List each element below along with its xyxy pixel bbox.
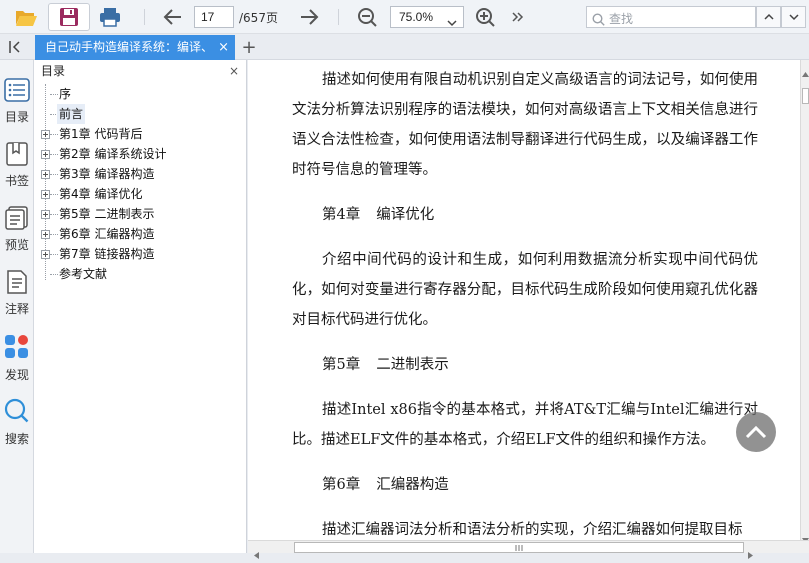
rail-label: 注释 [4, 302, 29, 316]
chevron-down-icon [447, 13, 457, 33]
body-paragraph: 描述如何使用有限自动机识别自定义高级语言的词法记号，如何使用文法分析算法识别程序… [292, 72, 758, 178]
expand-icon[interactable] [41, 170, 50, 179]
zoom-level-select[interactable]: 75.0% [390, 6, 464, 28]
arrow-right-icon[interactable] [296, 5, 322, 29]
body-paragraph: 介绍中间代码的设计和生成，如何利用数据流分析实现中间代码优化，如何对变量进行寄存… [292, 252, 758, 328]
expand-icon[interactable] [41, 150, 50, 159]
search-next-button[interactable] [781, 6, 806, 28]
rail-item-preview[interactable]: 预览 [0, 206, 34, 266]
search-input[interactable]: 查找 [586, 6, 756, 28]
document-view[interactable]: 描述如何使用有限自动机识别自定义高级语言的词法记号，如何使用文法分析算法识别程序… [248, 60, 800, 540]
folder-open-icon[interactable] [12, 5, 40, 29]
close-icon[interactable]: × [229, 60, 239, 82]
scroll-left-icon[interactable] [254, 544, 259, 563]
horizontal-scrollbar[interactable] [248, 540, 809, 559]
chapter-heading: 第5章 二进制表示 [322, 357, 449, 373]
total-pages-label: /657页 [239, 11, 278, 25]
page-number-input[interactable]: 17 [194, 6, 234, 28]
search-icon [592, 11, 605, 30]
vertical-scrollbar[interactable] [800, 60, 809, 543]
search-placeholder: 查找 [609, 12, 634, 26]
scroll-thumb[interactable] [802, 88, 809, 104]
outline-panel: 目录 × 序 前言 第1章 代码背后 第2章 编译系统设计 第3章 编译器构造 … [34, 60, 247, 553]
tab-document-title: 自己动手构造编译系统：编译、 [45, 40, 214, 54]
chevron-up-icon [763, 13, 774, 20]
print-icon[interactable] [97, 5, 123, 29]
expand-icon[interactable] [41, 130, 50, 139]
preview-icon [5, 206, 29, 234]
back-to-top-button[interactable] [736, 412, 776, 452]
close-icon[interactable]: × [218, 35, 229, 60]
expand-icon[interactable] [41, 190, 50, 199]
outline-title: 目录 [41, 64, 66, 78]
scroll-thumb[interactable] [294, 542, 744, 553]
body-paragraph: 描述汇编器词法分析和语法分析的实现，介绍汇编器如何提取目标 [322, 522, 743, 538]
rail-label: 发现 [4, 368, 29, 382]
expand-icon[interactable] [41, 250, 50, 259]
rail-item-discover[interactable]: 发现 [0, 334, 34, 394]
rail-label: 目录 [4, 110, 29, 124]
toolbar: 17 /657页 75.0% 查找 [0, 0, 809, 34]
rail-label: 搜索 [4, 432, 29, 446]
collapse-panel-icon[interactable] [4, 38, 28, 56]
search-icon [4, 398, 30, 428]
chapter-heading: 第6章 汇编器构造 [322, 477, 449, 493]
zoom-level-value: 75.0% [399, 10, 434, 24]
rail-item-search[interactable]: 搜索 [0, 398, 34, 458]
expand-icon[interactable] [41, 210, 50, 219]
rail-item-annotation[interactable]: 注释 [0, 270, 34, 330]
save-icon[interactable] [48, 3, 90, 31]
zoom-in-icon[interactable] [472, 5, 498, 29]
expand-icon[interactable] [41, 230, 50, 239]
double-chevron-right-icon[interactable] [508, 7, 528, 27]
bookmark-icon [5, 142, 29, 170]
toolbar-divider [144, 9, 145, 25]
rail-item-toc[interactable]: 目录 [0, 78, 34, 138]
chevron-up-icon [745, 425, 767, 439]
tab-document[interactable]: 自己动手构造编译系统：编译、 × [35, 35, 235, 60]
search-prev-button[interactable] [756, 6, 781, 28]
scroll-up-icon[interactable] [802, 62, 809, 81]
add-tab-icon[interactable]: + [239, 36, 259, 58]
discover-icon [4, 334, 30, 364]
chevron-down-icon [788, 14, 799, 21]
annotation-icon [5, 270, 29, 298]
tab-bar: 自己动手构造编译系统：编译、 × + [0, 34, 809, 60]
rail-item-bookmark[interactable]: 书签 [0, 142, 34, 202]
zoom-out-icon[interactable] [354, 5, 380, 29]
side-rail: 目录 书签 预览 注释 发现 搜索 [0, 60, 34, 553]
toolbar-divider [338, 9, 339, 25]
arrow-left-icon[interactable] [160, 5, 186, 29]
toc-icon [4, 78, 30, 106]
rail-label: 预览 [4, 238, 29, 252]
scroll-right-icon[interactable] [748, 544, 753, 563]
rail-label: 书签 [4, 174, 29, 188]
grip-icon [515, 545, 523, 551]
outline-header: 目录 × [34, 60, 247, 82]
chapter-heading: 第4章 编译优化 [322, 207, 435, 223]
body-paragraph: 描述Intel x86指令的基本格式，并将AT&T汇编与Intel汇编进行对比。… [292, 402, 758, 448]
